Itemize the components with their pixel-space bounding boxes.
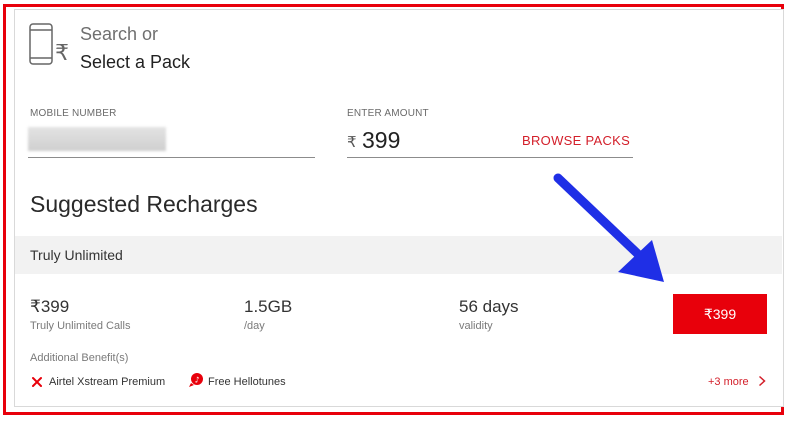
header-search-text: Search or [80,24,159,44]
currency-symbol: ₹ [347,134,357,151]
benefit-xstream: Airtel Xstream Premium [49,376,166,388]
hellotunes-icon: ♪ [189,373,203,387]
benefits-title: Additional Benefit(s) [30,352,129,364]
phone-rupee-icon: ₹ [29,23,68,66]
svg-text:₹: ₹ [55,41,68,66]
suggested-recharges-title: Suggested Recharges [30,191,258,217]
xstream-icon [32,377,42,387]
category-label: Truly Unlimited [30,247,123,263]
header-select-pack-text: Select a Pack [80,52,191,72]
chevron-right-icon[interactable] [758,375,766,387]
amount-underline [347,157,633,158]
more-benefits-link[interactable]: +3 more [708,376,749,388]
benefit-hellotunes: Free Hellotunes [208,376,286,388]
pack-data-sub: /day [244,320,265,332]
mobile-number-underline [28,157,315,158]
mobile-number-label: MOBILE NUMBER [30,108,117,119]
annotation-arrow [553,173,664,282]
pack-price-sub: Truly Unlimited Calls [30,320,131,332]
amount-label: ENTER AMOUNT [347,108,429,119]
browse-packs-link[interactable]: BROWSE PACKS [522,133,630,148]
pack-validity-sub: validity [459,320,493,332]
pack-data: 1.5GB [244,297,293,316]
amount-input[interactable]: 399 [362,127,400,154]
svg-text:♪: ♪ [195,376,200,385]
recharge-buy-button[interactable]: ₹399 [673,294,767,334]
mobile-number-input[interactable] [28,127,166,151]
pack-price: ₹399 [30,297,70,316]
pack-validity: 56 days [459,297,519,316]
